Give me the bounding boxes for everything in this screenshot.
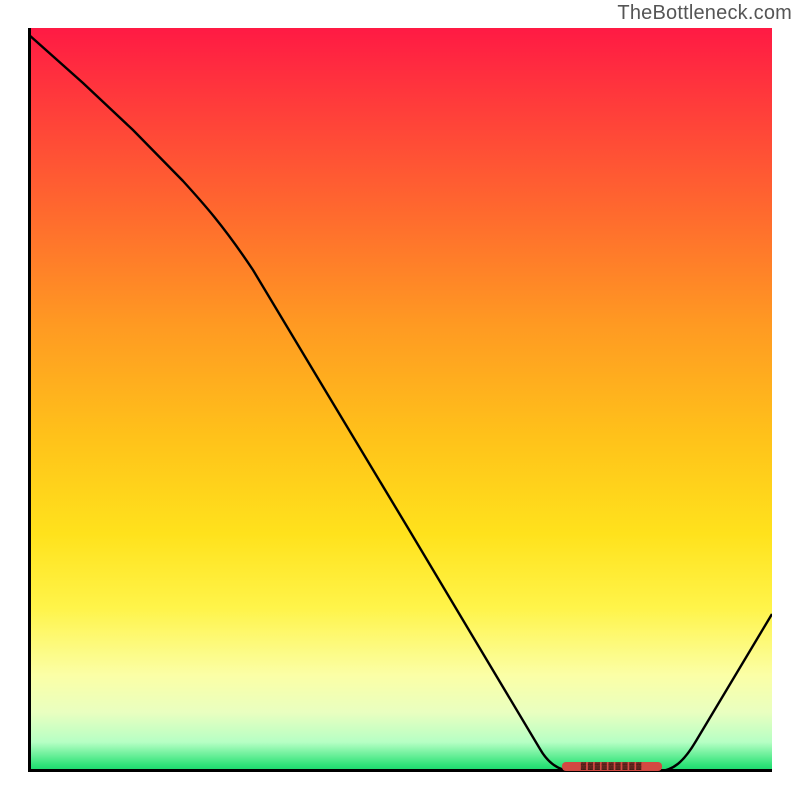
- valley-marker-label: ▓▓▓▓▓▓▓▓▓: [581, 763, 643, 770]
- chart-container: TheBottleneck.com ▓▓▓▓▓▓▓▓▓: [0, 0, 800, 800]
- valley-marker: ▓▓▓▓▓▓▓▓▓: [562, 762, 662, 771]
- bottleneck-curve: [28, 34, 772, 772]
- y-axis: [28, 28, 31, 772]
- line-overlay: [28, 28, 772, 772]
- watermark-text: TheBottleneck.com: [617, 2, 792, 25]
